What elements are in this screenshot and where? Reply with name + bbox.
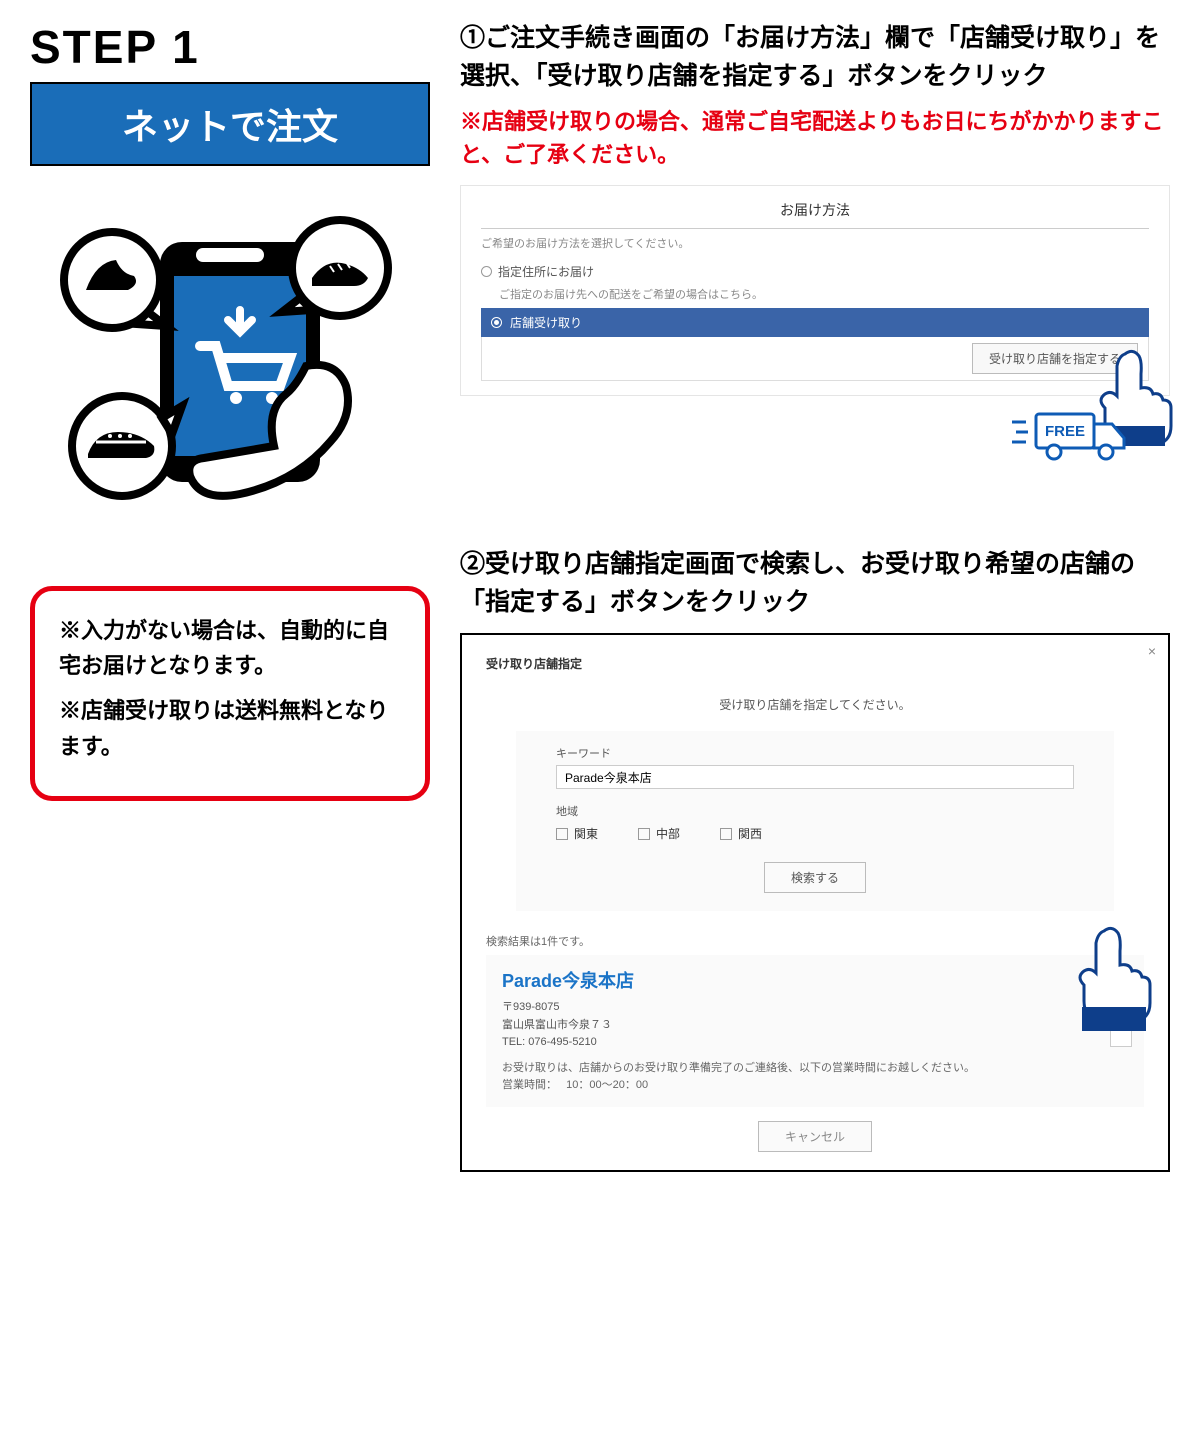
result-count: 検索結果は1件です。 [486, 933, 1144, 949]
free-shipping-icon: FREE [460, 402, 1162, 466]
region-checkbox-kanto[interactable]: 関東 [556, 825, 598, 842]
step-label: STEP 1 [30, 20, 430, 74]
instruction-2-headline: ②受け取り店舗指定画面で検索し、お受け取り希望の店舗の「指定する」ボタンをクリッ… [460, 546, 1170, 621]
pointer-hand-icon [1064, 925, 1154, 1040]
red-note-box: ※入力がない場合は、自動的に自宅お届けとなります。 ※店舗受け取りは送料無料とな… [30, 586, 430, 801]
delivery-option-home-note: ご指定のお届け先への配送をご希望の場合はこちら。 [499, 286, 1149, 302]
modal-title: 受け取り店舗指定 [486, 655, 1144, 672]
red-note-1: ※入力がない場合は、自動的に自宅お届けとなります。 [59, 613, 401, 683]
store-name: Parade今泉本店 [502, 967, 1128, 993]
store-note: お受け取りは、店舗からのお受け取り準備完了のご連絡後、以下の営業時間にお越しくだ… [502, 1062, 975, 1074]
radio-icon [481, 266, 492, 277]
region-label: 地域 [556, 803, 1074, 819]
checkbox-icon [556, 828, 568, 840]
red-note-2: ※店舗受け取りは送料無料となります。 [59, 693, 401, 763]
order-illustration [30, 186, 410, 506]
step-banner: ネットで注文 [30, 82, 430, 166]
keyword-label: キーワード [556, 745, 1074, 761]
store-result-item: Parade今泉本店 〒939-8075 富山県富山市今泉７３ TEL: 076… [486, 955, 1144, 1107]
checkbox-icon [638, 828, 650, 840]
store-search-modal: × 受け取り店舗指定 受け取り店舗を指定してください。 キーワード 地域 関東 [460, 633, 1170, 1172]
cancel-button[interactable]: キャンセル [758, 1121, 872, 1152]
delivery-panel-title: お届け方法 [481, 196, 1149, 229]
close-icon[interactable]: × [1148, 643, 1156, 659]
region-checkbox-chubu[interactable]: 中部 [638, 825, 680, 842]
store-tel: TEL: 076-495-5210 [502, 1034, 1128, 1052]
delivery-option-home[interactable]: 指定住所にお届け [481, 259, 1149, 284]
store-address: 富山県富山市今泉７３ [502, 1017, 1128, 1035]
search-button[interactable]: 検索する [764, 862, 866, 893]
delivery-option-store[interactable]: 店舗受け取り [481, 308, 1149, 337]
delivery-option-home-label: 指定住所にお届け [498, 263, 594, 280]
region-kansai-label: 関西 [738, 825, 762, 842]
svg-text:FREE: FREE [1045, 423, 1085, 440]
store-hours-value: 10：00～20：00 [566, 1079, 648, 1091]
delivery-option-store-label: 店舗受け取り [510, 314, 582, 331]
region-kanto-label: 関東 [574, 825, 598, 842]
checkbox-icon [720, 828, 732, 840]
delivery-panel-desc: ご希望のお届け方法を選択してください。 [481, 235, 1149, 251]
store-zip: 〒939-8075 [502, 999, 1128, 1017]
store-hours-label: 営業時間： [502, 1079, 557, 1091]
radio-icon [491, 317, 502, 328]
region-checkbox-kansai[interactable]: 関西 [720, 825, 762, 842]
delivery-method-panel: お届け方法 ご希望のお届け方法を選択してください。 指定住所にお届け ご指定のお… [460, 185, 1170, 396]
instruction-1-headline: ①ご注文手続き画面の「お届け方法」欄で「店舗受け取り」を選択、「受け取り店舗を指… [460, 20, 1170, 95]
modal-prompt: 受け取り店舗を指定してください。 [486, 696, 1144, 713]
keyword-input[interactable] [556, 765, 1074, 789]
instruction-1-notice: ※店舗受け取りの場合、通常ご自宅配送よりもお日にちがかかりますこと、ご了承くださ… [460, 105, 1170, 171]
region-chubu-label: 中部 [656, 825, 680, 842]
